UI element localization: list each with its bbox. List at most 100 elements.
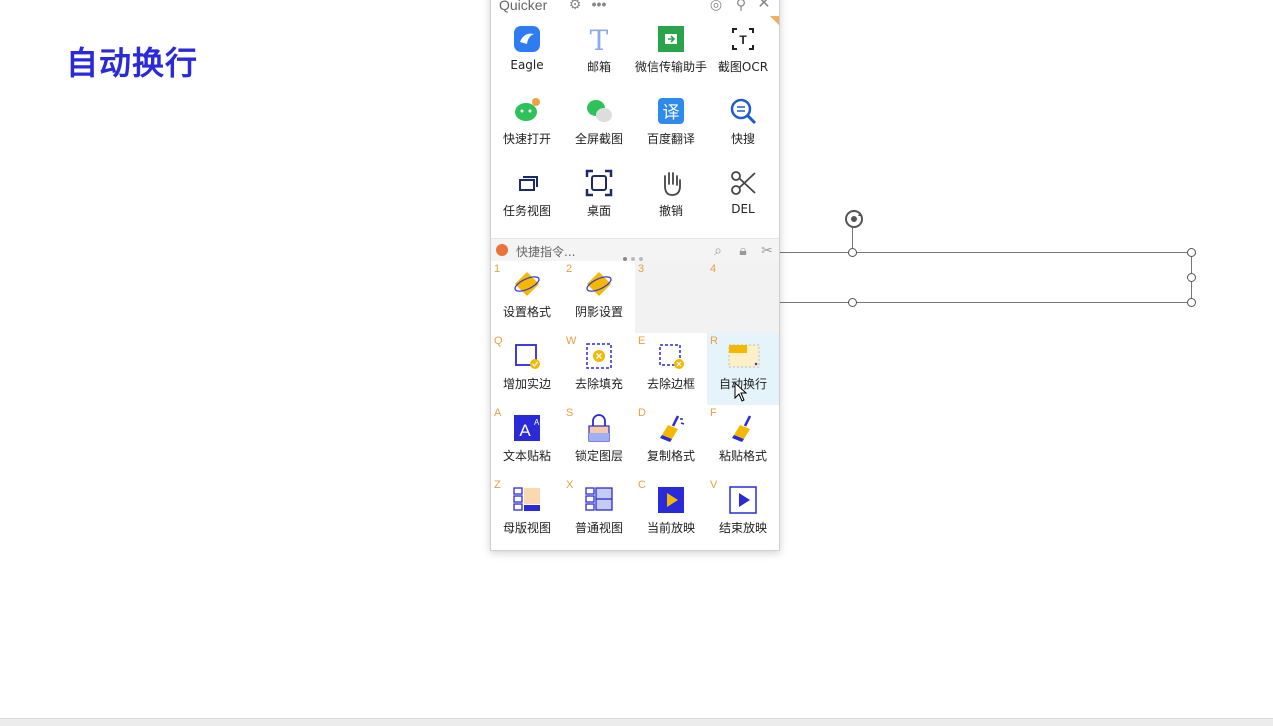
shape-bottom-edge [780, 302, 1192, 303]
app-title: Quicker [499, 0, 548, 13]
hotkey-label: W [566, 335, 577, 347]
action-quick-open[interactable]: 快速打开 [491, 88, 563, 160]
action-label: DEL [731, 202, 755, 216]
hotkey-label: 2 [566, 263, 573, 275]
hotkey-label: Q [494, 335, 503, 347]
action-remove-fill[interactable]: W 去除填充 [563, 333, 635, 405]
action-label: 复制格式 [646, 449, 695, 463]
action-label: 文本贴粘 [502, 449, 551, 463]
powerpoint-icon [496, 244, 508, 256]
normal-view-icon [585, 487, 613, 511]
action-mail[interactable]: T 邮箱 [563, 16, 635, 88]
action-slot-4[interactable]: 4 [707, 261, 779, 333]
remove-fill-icon [586, 343, 612, 369]
action-shadow-settings[interactable]: 2 阴影设置 [563, 261, 635, 333]
shadow-diamond-icon [586, 272, 612, 296]
hotkey-label: S [566, 407, 574, 419]
command-input[interactable]: 快捷指令... [516, 243, 575, 260]
action-label: 快速打开 [502, 132, 551, 146]
remove-border-icon [659, 344, 684, 369]
action-label: 任务视图 [502, 204, 551, 218]
quicker-panel: Quicker ⚙ ••• ◎ ⚲ ✕ Eagle T 邮箱 微信传输助手 T … [490, 0, 780, 551]
master-view-icon [513, 487, 540, 511]
action-task-view[interactable]: 任务视图 [491, 160, 563, 232]
gear-icon[interactable]: ⚙ [567, 0, 583, 12]
corner-marker [770, 16, 779, 25]
wechat-transfer-icon [658, 26, 684, 52]
rotate-handle-icon[interactable] [842, 207, 866, 231]
user-icon[interactable]: ◎ [708, 0, 724, 12]
action-lock-layer[interactable]: S 锁定图层 [563, 405, 635, 477]
action-remove-border[interactable]: E 去除边框 [635, 333, 707, 405]
action-end-show[interactable]: V 结束放映 [707, 477, 779, 549]
panel-titlebar[interactable]: Quicker ⚙ ••• ◎ ⚲ ✕ [491, 0, 779, 15]
action-label: 增加实边 [502, 377, 551, 391]
mouse-cursor-icon [734, 382, 748, 402]
format-diamond-icon [514, 272, 540, 296]
action-set-format[interactable]: 1 设置格式 [491, 261, 563, 333]
resize-handle-top-mid[interactable] [848, 248, 857, 257]
action-fullscreen-shot[interactable]: 全屏截图 [563, 88, 635, 160]
translate-icon: 译 [658, 98, 684, 124]
command-bar: 快捷指令... ⌕ 🔒︎ ✂ [491, 238, 779, 261]
action-undo[interactable]: 撤销 [635, 160, 707, 232]
action-baidu-translate[interactable]: 译 百度翻译 [635, 88, 707, 160]
action-label: 快搜 [730, 132, 755, 146]
ocr-icon: T [732, 28, 754, 50]
scissors-icon [731, 171, 756, 195]
quick-search-icon [730, 98, 757, 125]
resize-handle-bottom-right[interactable] [1187, 298, 1196, 307]
more-icon[interactable]: ••• [591, 0, 607, 12]
resize-handle-mid-right[interactable] [1187, 273, 1196, 282]
action-label: Eagle [510, 58, 544, 72]
action-label: 设置格式 [502, 305, 551, 319]
action-label: 桌面 [586, 204, 611, 218]
slide-title: 自动换行 [66, 44, 199, 82]
action-wechat-transfer[interactable]: 微信传输助手 [635, 16, 707, 88]
shape-top-edge [780, 252, 1192, 253]
tools-icon[interactable]: ✂ [759, 242, 775, 258]
action-slot-3[interactable]: 3 [635, 261, 707, 333]
svg-text:T: T [739, 33, 747, 47]
action-label: 全屏截图 [574, 132, 623, 146]
play-current-icon [658, 487, 684, 513]
add-border-icon [515, 344, 540, 369]
action-copy-format[interactable]: D 复制格式 [635, 405, 707, 477]
action-label: 母版视图 [502, 521, 551, 535]
action-text-paste[interactable]: A AA 文本贴粘 [491, 405, 563, 477]
action-quick-search[interactable]: 快搜 [707, 16, 779, 160]
action-label: 粘贴格式 [718, 449, 767, 463]
hotkey-label: V [710, 479, 718, 491]
action-play-current[interactable]: C 当前放映 [635, 477, 707, 549]
action-label: 普通视图 [574, 521, 623, 535]
action-ocr[interactable]: T 截图OCR [707, 16, 779, 88]
mail-text-icon: T [590, 24, 609, 54]
action-paste-format[interactable]: F 粘贴格式 [707, 405, 779, 477]
action-normal-view[interactable]: X 普通视图 [563, 477, 635, 549]
rotate-stem [852, 228, 853, 250]
hotkey-label: R [710, 335, 718, 347]
action-label: 微信传输助手 [635, 60, 708, 74]
action-desktop[interactable]: 桌面 [563, 160, 635, 232]
resize-handle-top-right[interactable] [1187, 248, 1196, 257]
hotkey-label: F [710, 407, 717, 419]
action-add-border[interactable]: Q 增加实边 [491, 333, 563, 405]
action-label: 截图OCR [717, 60, 769, 74]
action-label: 撤销 [658, 204, 683, 218]
action-label: 去除填充 [574, 377, 623, 391]
lock-icon[interactable]: 🔒︎ [735, 242, 751, 258]
svg-text:译: 译 [663, 103, 680, 123]
action-eagle[interactable]: Eagle [491, 16, 563, 88]
action-del[interactable]: DEL [707, 160, 779, 232]
action-master-view[interactable]: Z 母版视图 [491, 477, 563, 549]
hotkey-label: 3 [638, 263, 645, 275]
desktop-icon [585, 169, 613, 197]
action-label: 邮箱 [586, 60, 611, 74]
hotkey-label: D [638, 407, 646, 419]
search-icon[interactable]: ⌕ [710, 242, 726, 258]
paste-format-icon [732, 415, 752, 442]
close-icon[interactable]: ✕ [756, 0, 772, 12]
resize-handle-bottom-mid[interactable] [848, 298, 857, 307]
hotkey-label: E [638, 335, 646, 347]
pin-icon[interactable]: ⚲ [733, 0, 749, 12]
